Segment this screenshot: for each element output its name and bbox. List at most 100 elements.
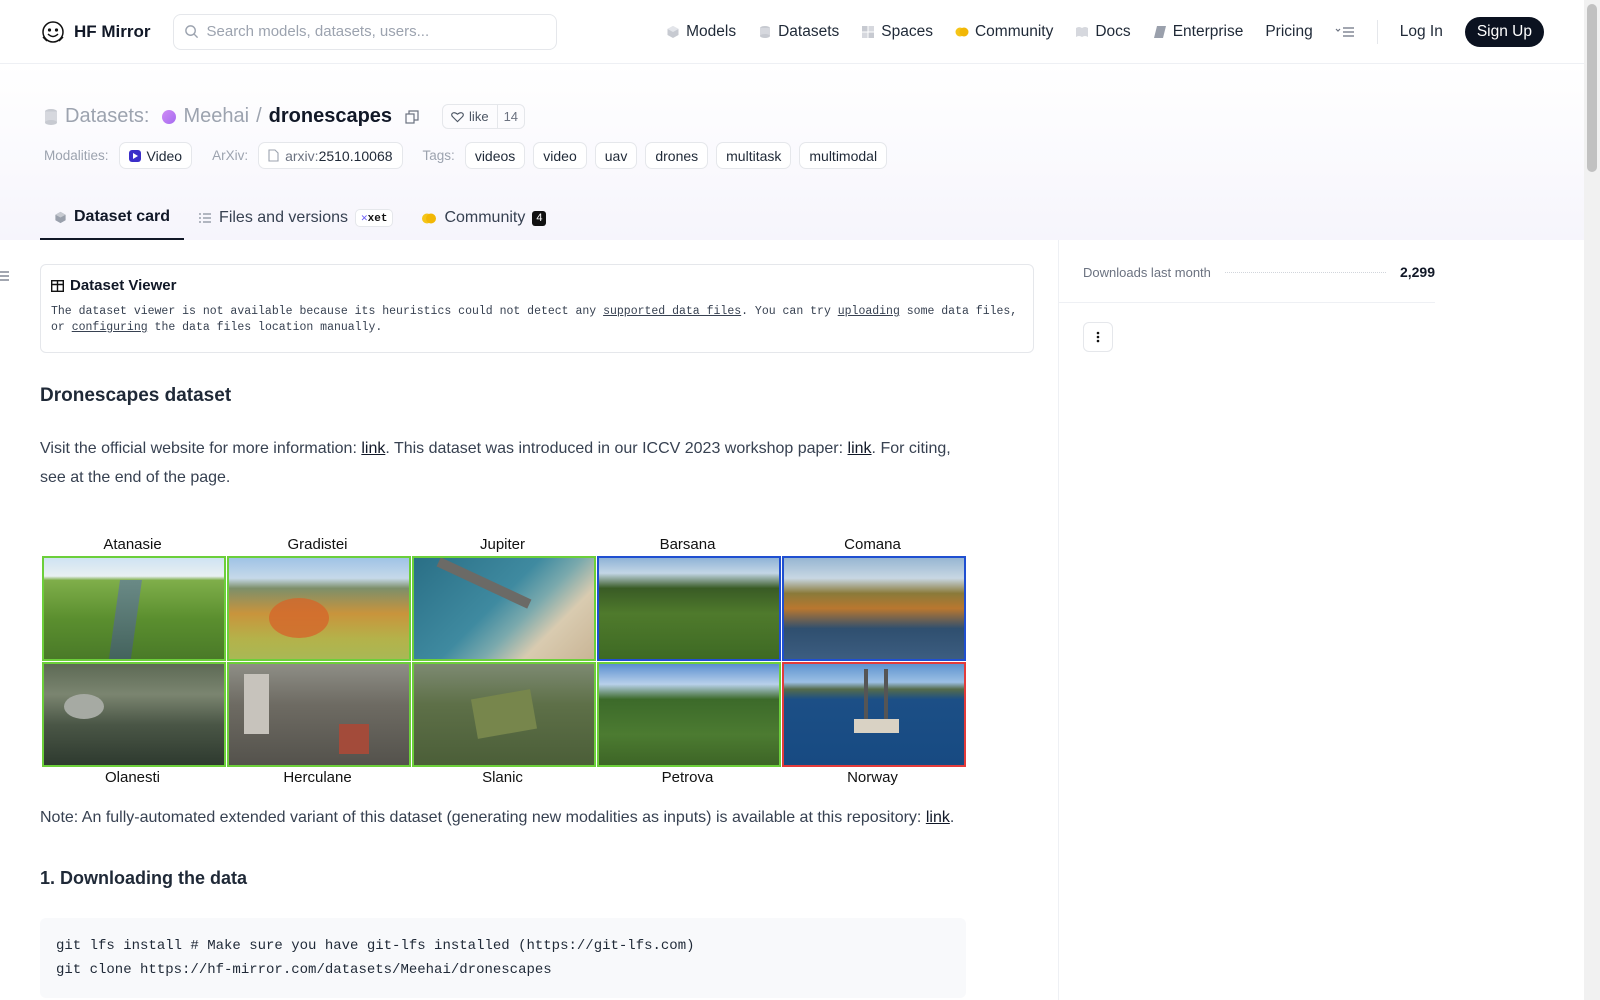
like-label: like bbox=[469, 109, 489, 124]
note-text-1: Note: An fully-automated extended varian… bbox=[40, 809, 926, 826]
files-icon bbox=[199, 213, 212, 223]
arxiv-label: ArXiv: bbox=[212, 148, 249, 163]
owner-avatar bbox=[162, 109, 177, 124]
nav-datasets[interactable]: Datasets bbox=[758, 23, 839, 41]
viewer-msg-2: . You can try bbox=[741, 305, 838, 318]
repo-kind[interactable]: Datasets: bbox=[65, 105, 149, 128]
nav-docs[interactable]: Docs bbox=[1075, 23, 1131, 41]
scene-image-herculane bbox=[227, 662, 411, 767]
scene-label: Slanic bbox=[482, 769, 523, 786]
scene-image-petrova bbox=[597, 662, 781, 767]
kebab-icon bbox=[1096, 331, 1100, 343]
tag-chip-drones[interactable]: drones bbox=[645, 142, 709, 169]
scenes-figure: Atanasie Gradistei Jupiter Barsana Coman… bbox=[40, 536, 966, 789]
like-part: like bbox=[443, 105, 497, 128]
more-options-button[interactable] bbox=[1083, 322, 1113, 352]
heart-icon bbox=[451, 111, 464, 122]
scene-label: Norway bbox=[847, 769, 898, 786]
intro-text-1: Visit the official website for more info… bbox=[40, 440, 362, 457]
tag-chip-multitask[interactable]: multitask bbox=[716, 142, 792, 169]
downloads-label: Downloads last month bbox=[1083, 264, 1211, 280]
scene-labels-top: Atanasie Gradistei Jupiter Barsana Coman… bbox=[40, 536, 966, 556]
scene-image-norway bbox=[782, 662, 966, 767]
nav-enterprise[interactable]: Enterprise bbox=[1153, 22, 1244, 41]
list-icon bbox=[0, 271, 9, 281]
dataset-icon bbox=[45, 108, 57, 125]
tag-chip-videos[interactable]: videos bbox=[464, 142, 526, 169]
supported-data-files-link[interactable]: supported data files bbox=[603, 305, 741, 318]
code-line: git lfs install # Make sure you have git… bbox=[56, 938, 695, 954]
cube-icon bbox=[667, 25, 679, 38]
scene-label: Barsana bbox=[659, 536, 716, 553]
downloads-stat: Downloads last month 2,299 bbox=[1083, 264, 1435, 280]
scene-label: Atanasie bbox=[103, 536, 162, 553]
enterprise-icon bbox=[1153, 25, 1166, 38]
tags-row: Modalities: Video ArXiv: arxiv: 2510.1006… bbox=[44, 142, 888, 169]
repo-header: Datasets: Meehai / dronescapes like 14 M… bbox=[0, 64, 1584, 240]
scene-image-barsana bbox=[597, 556, 781, 661]
nav-community[interactable]: Community bbox=[955, 23, 1053, 41]
tag-chip-uav[interactable]: uav bbox=[594, 142, 638, 169]
viewer-msg-4: the data files location manually. bbox=[147, 321, 383, 334]
paper-link[interactable]: link bbox=[848, 440, 872, 457]
nav-enterprise-label: Enterprise bbox=[1172, 22, 1244, 40]
page-scrollbar[interactable] bbox=[1584, 0, 1600, 1000]
tag-chip-multimodal[interactable]: multimodal bbox=[799, 142, 888, 169]
repo-separator: / bbox=[256, 105, 262, 127]
uploading-link[interactable]: uploading bbox=[838, 305, 900, 318]
scene-image-gradistei bbox=[227, 556, 411, 661]
dataset-heading: Dronescapes dataset bbox=[40, 385, 232, 406]
top-navbar: HF Mirror Models Datasets Spaces Communi… bbox=[0, 0, 1584, 64]
search-icon bbox=[184, 25, 198, 39]
scrollbar-thumb[interactable] bbox=[1587, 4, 1597, 172]
scene-image-jupiter bbox=[412, 556, 596, 661]
tab-files-label: Files and versions bbox=[219, 209, 348, 226]
more-menu-button[interactable] bbox=[1335, 25, 1355, 39]
scene-label: Herculane bbox=[283, 769, 352, 786]
intro-paragraph: Visit the official website for more info… bbox=[40, 434, 970, 492]
signup-button[interactable]: Sign Up bbox=[1464, 16, 1544, 47]
tab-community-label: Community bbox=[444, 209, 526, 226]
login-label: Log In bbox=[1399, 22, 1443, 40]
tags-label: Tags: bbox=[422, 148, 455, 163]
extended-repo-link[interactable]: link bbox=[926, 809, 950, 826]
repo-title: Datasets: Meehai / dronescapes like 14 bbox=[44, 104, 526, 129]
arxiv-chip[interactable]: arxiv: 2510.10068 bbox=[258, 142, 403, 169]
spaces-grid-icon bbox=[862, 25, 875, 38]
login-link[interactable]: Log In bbox=[1400, 23, 1443, 41]
hf-logo-icon bbox=[42, 20, 64, 43]
scene-tiles bbox=[42, 556, 966, 767]
video-icon bbox=[128, 149, 141, 162]
tag-text: uav bbox=[604, 147, 628, 164]
scene-image-olanesti bbox=[42, 662, 226, 767]
configuring-link[interactable]: configuring bbox=[72, 321, 148, 334]
nav-models[interactable]: Models bbox=[666, 23, 736, 41]
brand[interactable]: HF Mirror bbox=[40, 19, 151, 45]
scene-label: Comana bbox=[844, 536, 901, 553]
arxiv-prefix: arxiv: bbox=[285, 147, 319, 164]
intro-text-2: . This dataset was introduced in our ICC… bbox=[385, 440, 848, 457]
like-button[interactable]: like 14 bbox=[442, 104, 526, 129]
tab-dataset-card[interactable]: Dataset card bbox=[40, 196, 185, 240]
repo-name[interactable]: dronescapes bbox=[269, 105, 392, 128]
tab-files-and-versions[interactable]: Files and versions ✕xet bbox=[184, 196, 407, 240]
search-box[interactable] bbox=[172, 13, 557, 50]
cube-icon bbox=[55, 211, 66, 223]
nav-pricing[interactable]: Pricing bbox=[1265, 23, 1312, 41]
modality-chip[interactable]: Video bbox=[118, 142, 193, 169]
code-block[interactable]: git lfs install # Make sure you have git… bbox=[40, 918, 966, 998]
copy-icon bbox=[405, 109, 419, 124]
table-icon bbox=[51, 279, 64, 292]
book-icon bbox=[1076, 26, 1089, 37]
nav-spaces[interactable]: Spaces bbox=[861, 23, 933, 41]
copy-button[interactable] bbox=[403, 108, 421, 126]
tab-community[interactable]: Community 4 bbox=[407, 196, 560, 240]
tag-chip-video[interactable]: video bbox=[533, 142, 587, 169]
toc-toggle-button[interactable] bbox=[0, 270, 10, 284]
repo-owner[interactable]: Meehai bbox=[183, 105, 249, 128]
nav-spaces-label: Spaces bbox=[881, 22, 933, 40]
community-count-badge: 4 bbox=[532, 210, 547, 226]
note-text-2: . bbox=[949, 809, 955, 826]
website-link[interactable]: link bbox=[361, 440, 385, 457]
search-input[interactable] bbox=[206, 23, 546, 40]
